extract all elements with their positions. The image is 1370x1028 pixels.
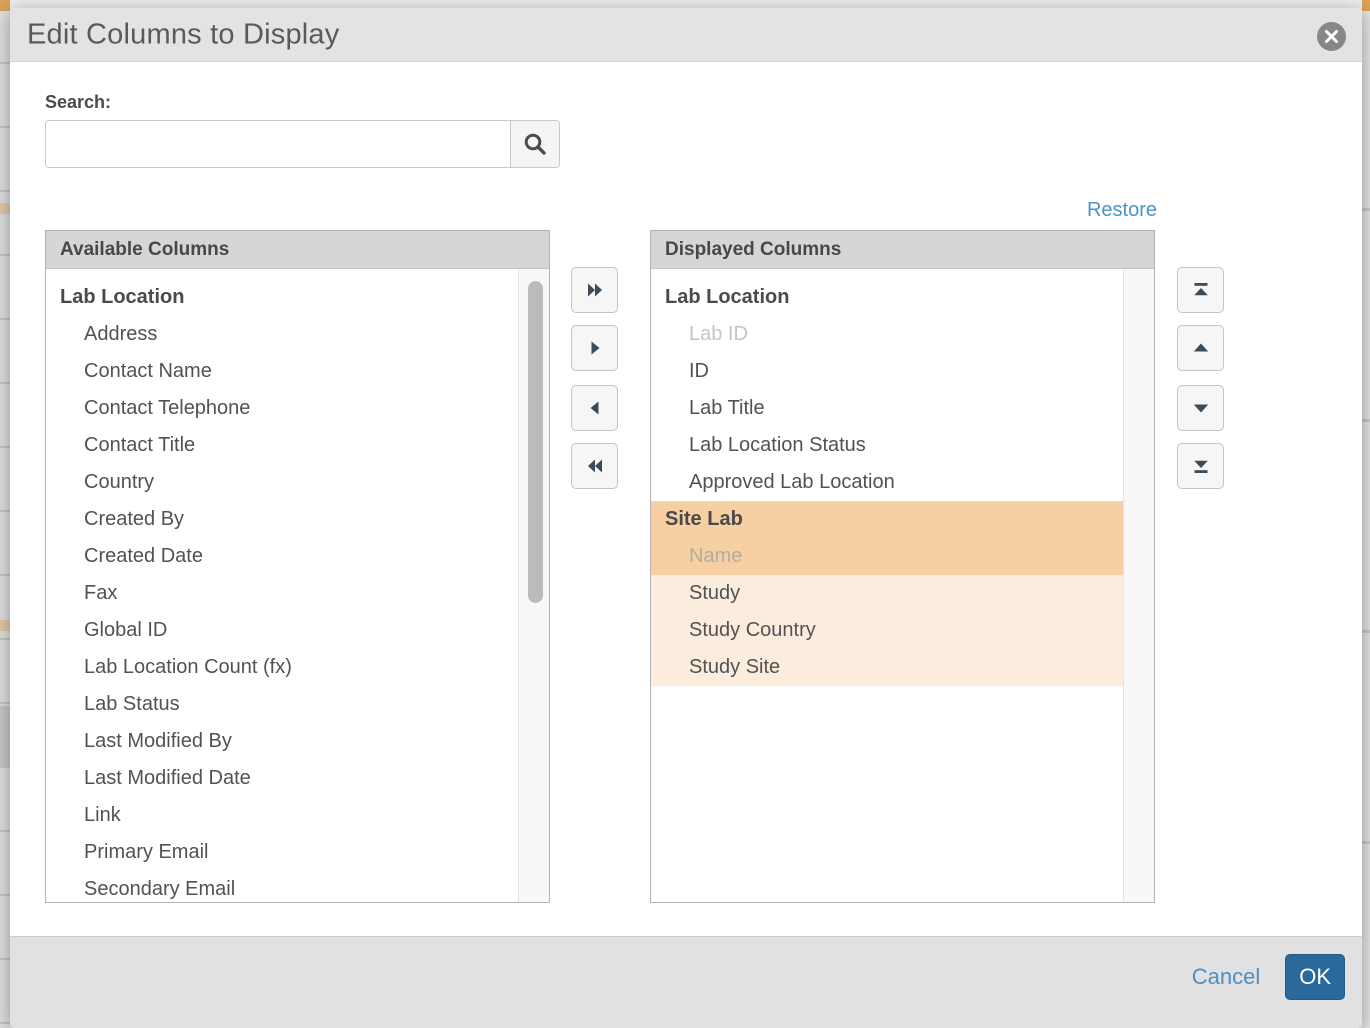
down-arrow-icon: [1191, 398, 1211, 418]
move-up-button[interactable]: [1177, 325, 1224, 371]
search-button[interactable]: [510, 121, 559, 167]
column-item-row[interactable]: Last Modified Date: [46, 760, 518, 797]
column-item-row[interactable]: Contact Name: [46, 353, 518, 390]
search-icon: [522, 131, 548, 157]
search-input[interactable]: [46, 121, 510, 167]
move-down-button[interactable]: [1177, 385, 1224, 431]
column-item-row[interactable]: Contact Telephone: [46, 390, 518, 427]
column-item-row[interactable]: Last Modified By: [46, 723, 518, 760]
column-item-row[interactable]: Secondary Email: [46, 871, 518, 902]
column-item-row[interactable]: Created Date: [46, 538, 518, 575]
edit-columns-dialog: Edit Columns to Display Search: Restore …: [10, 8, 1362, 1028]
background-cell: [0, 706, 10, 768]
background-cell: [0, 203, 10, 214]
up-arrow-icon: [1191, 338, 1211, 358]
dialog-title: Edit Columns to Display: [27, 18, 339, 51]
cancel-button[interactable]: Cancel: [1192, 964, 1260, 990]
column-item-row[interactable]: Lab Status: [46, 686, 518, 723]
displayed-columns-body: Lab LocationLab IDIDLab TitleLab Locatio…: [651, 269, 1154, 902]
close-button[interactable]: [1317, 22, 1346, 51]
column-item-row[interactable]: Lab Title: [651, 390, 1123, 427]
column-item-row[interactable]: Country: [46, 464, 518, 501]
background-page-left-edge: [0, 0, 10, 1028]
column-item-row[interactable]: Lab Location Status: [651, 427, 1123, 464]
to-top-arrow-icon: [1191, 280, 1211, 300]
available-scrollbar-thumb[interactable]: [528, 281, 543, 603]
available-columns-body: Lab LocationAddressContact NameContact T…: [46, 269, 549, 902]
column-group-row[interactable]: Site Lab: [651, 501, 1123, 538]
column-group-row[interactable]: Lab Location: [46, 279, 518, 316]
column-item-row[interactable]: Link: [46, 797, 518, 834]
displayed-scrollbar-track[interactable]: [1123, 269, 1154, 902]
right-arrow-icon: [585, 338, 605, 358]
column-item-row[interactable]: Name: [651, 538, 1123, 575]
left-arrow-icon: [585, 398, 605, 418]
move-right-button[interactable]: [571, 325, 618, 371]
restore-link[interactable]: Restore: [1087, 199, 1157, 222]
column-item-row[interactable]: Primary Email: [46, 834, 518, 871]
background-cell: [0, 620, 10, 631]
column-item-row[interactable]: Fax: [46, 575, 518, 612]
background-page-right-edge: [1362, 0, 1370, 1028]
displayed-columns-list: Lab LocationLab IDIDLab TitleLab Locatio…: [651, 269, 1123, 902]
move-all-left-button[interactable]: [571, 443, 618, 489]
column-item-row[interactable]: Address: [46, 316, 518, 353]
move-to-top-button[interactable]: [1177, 267, 1224, 313]
search-field-group: [45, 120, 560, 168]
double-right-arrow-icon: [585, 280, 605, 300]
search-label: Search:: [45, 92, 111, 113]
column-item-row[interactable]: Approved Lab Location: [651, 464, 1123, 501]
to-bottom-arrow-icon: [1191, 456, 1211, 476]
column-item-row[interactable]: Global ID: [46, 612, 518, 649]
background-cell: [0, 0, 10, 11]
displayed-columns-panel: Displayed Columns Lab LocationLab IDIDLa…: [650, 230, 1155, 903]
dialog-header: Edit Columns to Display: [10, 8, 1362, 62]
displayed-columns-header: Displayed Columns: [651, 231, 1154, 269]
double-left-arrow-icon: [585, 456, 605, 476]
available-columns-panel: Available Columns Lab LocationAddressCon…: [45, 230, 550, 903]
available-columns-list: Lab LocationAddressContact NameContact T…: [46, 269, 518, 902]
move-left-button[interactable]: [571, 385, 618, 431]
circle-x-close-icon: [1324, 29, 1339, 44]
column-item-row[interactable]: Lab ID: [651, 316, 1123, 353]
column-item-row[interactable]: Study Site: [651, 649, 1123, 686]
ok-button[interactable]: OK: [1285, 954, 1345, 1000]
available-scrollbar-track[interactable]: [518, 269, 549, 902]
move-all-right-button[interactable]: [571, 267, 618, 313]
background-cell: [1362, 0, 1370, 11]
column-group-row[interactable]: Lab Location: [651, 279, 1123, 316]
column-item-row[interactable]: ID: [651, 353, 1123, 390]
column-item-row[interactable]: Lab Location Count (fx): [46, 649, 518, 686]
column-item-row[interactable]: Contact Title: [46, 427, 518, 464]
column-item-row[interactable]: Created By: [46, 501, 518, 538]
move-to-bottom-button[interactable]: [1177, 443, 1224, 489]
dialog-footer: Cancel OK: [10, 936, 1362, 1028]
column-item-row[interactable]: Study: [651, 575, 1123, 612]
column-item-row[interactable]: Study Country: [651, 612, 1123, 649]
available-columns-header: Available Columns: [46, 231, 549, 269]
